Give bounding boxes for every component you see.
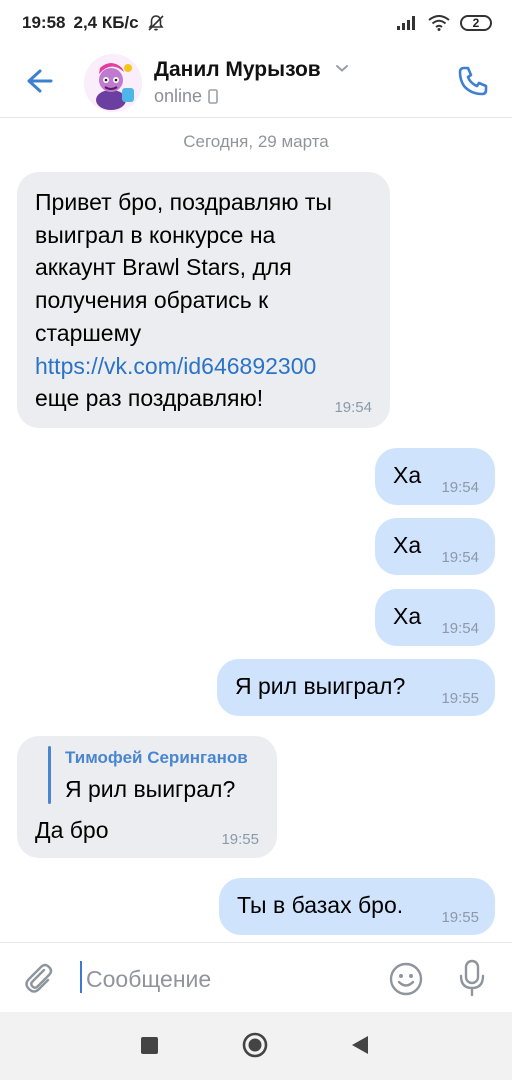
message-time: 19:54 xyxy=(441,479,479,496)
message-text: Ха xyxy=(393,603,422,629)
status-time: 19:58 xyxy=(22,13,66,32)
message-text: Ха xyxy=(393,462,422,488)
back-icon[interactable] xyxy=(350,1034,370,1056)
status-bar: 19:58 2,4 КБ/с 2 xyxy=(0,0,512,46)
message-time: 19:55 xyxy=(441,690,479,707)
message-time: 19:54 xyxy=(441,620,479,637)
microphone-icon[interactable] xyxy=(456,959,488,997)
avatar-image xyxy=(84,54,142,112)
message-input[interactable] xyxy=(84,961,378,997)
muted-bell-icon xyxy=(148,15,164,31)
home-icon[interactable] xyxy=(242,1032,268,1058)
message-time: 19:55 xyxy=(441,909,479,926)
phone-icon[interactable] xyxy=(456,64,490,98)
message-list[interactable]: Сегодня, 29 марта Привет бро, поздравляю… xyxy=(0,118,512,942)
paperclip-icon[interactable] xyxy=(22,961,56,995)
message-line: аккаунт Brawl Stars, для xyxy=(35,254,292,281)
reply-quote-text: Я рил выиграл? xyxy=(65,776,236,802)
outgoing-message[interactable]: Ха 19:54 xyxy=(375,448,495,505)
back-arrow-icon[interactable] xyxy=(24,66,54,96)
message-text: Ха xyxy=(393,532,422,558)
message-line: Привет бро, поздравляю ты xyxy=(35,189,332,215)
message-time: 19:54 xyxy=(441,549,479,566)
reply-quote-bar xyxy=(48,746,51,804)
outgoing-message[interactable]: Я рил выиграл? 19:55 xyxy=(217,659,495,716)
status-bar-left: 19:58 2,4 КБ/с xyxy=(22,13,165,33)
status-bar-right: 2 xyxy=(396,15,492,31)
wifi-icon xyxy=(428,15,450,31)
system-nav-bar xyxy=(0,1012,512,1080)
outgoing-message[interactable]: Ха 19:54 xyxy=(375,518,495,575)
outgoing-message[interactable]: Ха 19:54 xyxy=(375,589,495,646)
message-composer xyxy=(0,942,512,1012)
incoming-reply-message[interactable]: Тимофей Серинганов Я рил выиграл? Да бро… xyxy=(17,736,277,858)
chat-header: Данил Мурызов online xyxy=(0,46,512,118)
signal-icon xyxy=(397,16,415,30)
outgoing-message[interactable]: Ты в базах бро. 19:55 xyxy=(219,878,495,935)
message-text: Привет бро, поздравляю ты выиграл в конк… xyxy=(35,186,375,415)
message-line: выиграл в конкурсе на xyxy=(35,221,276,248)
message-link[interactable]: https://vk.com/id646892300 xyxy=(35,350,375,383)
avatar[interactable] xyxy=(84,54,142,112)
message-line: получения обратись к xyxy=(35,287,269,314)
message-text: Ты в базах бро. xyxy=(237,892,404,918)
chevron-down-icon[interactable] xyxy=(334,60,350,76)
contact-status: online xyxy=(154,86,218,107)
message-line: старшему xyxy=(35,319,142,346)
reply-author[interactable]: Тимофей Серинганов xyxy=(65,748,248,768)
incoming-message[interactable]: Привет бро, поздравляю ты выиграл в конк… xyxy=(17,172,390,428)
recents-icon[interactable] xyxy=(141,1037,158,1054)
text-cursor xyxy=(80,961,82,993)
message-text: Да бро xyxy=(35,817,109,843)
emoji-icon[interactable] xyxy=(388,961,424,997)
message-text: Я рил выиграл? xyxy=(235,673,406,699)
battery-icon: 2 xyxy=(460,15,492,31)
message-time: 19:55 xyxy=(221,831,259,848)
network-speed: 2,4 КБ/с xyxy=(73,13,139,32)
online-status: online xyxy=(154,86,203,106)
date-separator: Сегодня, 29 марта xyxy=(183,132,329,151)
message-line: еще раз поздравляю! xyxy=(35,385,264,412)
mobile-icon xyxy=(208,89,218,104)
message-time: 19:54 xyxy=(334,399,372,416)
contact-name[interactable]: Данил Мурызов xyxy=(154,58,321,82)
battery-level: 2 xyxy=(472,16,480,30)
